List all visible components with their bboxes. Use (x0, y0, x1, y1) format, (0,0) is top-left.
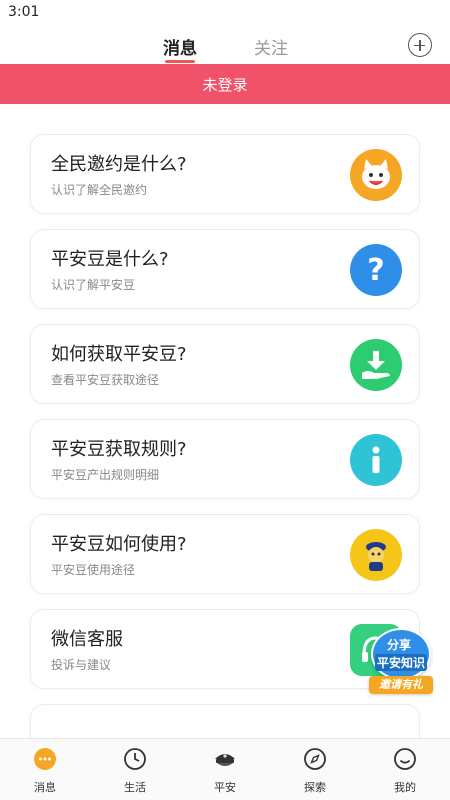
card-title: 平安豆是什么? (51, 249, 169, 270)
faq-card-partial[interactable] (30, 704, 420, 738)
tab-messages[interactable]: 消息 (163, 34, 197, 59)
card-subtitle: 投诉与建议 (51, 658, 112, 672)
card-title: 如何获取平安豆? (51, 344, 187, 365)
status-bar: 3:01 (0, 0, 450, 28)
card-title: 微信客服 (51, 629, 123, 650)
nav-label: 平安 (214, 781, 236, 794)
faq-card-service[interactable]: 微信客服 投诉与建议 (30, 609, 420, 689)
nav-label: 生活 (124, 781, 146, 794)
compass-icon (304, 748, 326, 770)
chat-bubble-icon (34, 748, 56, 770)
card-subtitle: 平安豆产出规则明细 (51, 468, 160, 482)
faq-card-usage[interactable]: 平安豆如何使用? 平安豆使用途径 (30, 514, 420, 594)
question-mark-icon: ? (350, 244, 402, 296)
smiley-icon (394, 748, 416, 770)
police-cap-icon (215, 754, 235, 766)
info-icon (350, 434, 402, 486)
login-banner-text: 未登录 (202, 75, 248, 94)
share-badge-line2: 平安知识 (375, 654, 428, 671)
card-subtitle: 认识了解全民邀约 (51, 183, 148, 197)
top-tabs: 消息 关注 (0, 28, 450, 64)
nav-label: 消息 (34, 781, 56, 794)
nav-item-safety[interactable]: 平安 (180, 739, 270, 800)
nav-item-explore[interactable]: 探索 (270, 739, 360, 800)
download-hand-icon (350, 339, 402, 391)
faq-card-rules[interactable]: 平安豆获取规则? 平安豆产出规则明细 (30, 419, 420, 499)
tab-active-indicator (165, 60, 195, 63)
faq-card-beans[interactable]: 平安豆是什么? 认识了解平安豆 ? (30, 229, 420, 309)
cat-mascot-icon (350, 149, 402, 201)
faq-card-invite[interactable]: 全民邀约是什么? 认识了解全民邀约 (30, 134, 420, 214)
bottom-nav: 消息 生活 平安 探索 我的 (0, 738, 450, 800)
nav-item-messages[interactable]: 消息 (0, 739, 90, 800)
svg-text:?: ? (367, 253, 384, 288)
card-title: 平安豆获取规则? (51, 439, 187, 460)
faq-card-obtain[interactable]: 如何获取平安豆? 查看平安豆获取途径 (30, 324, 420, 404)
tab-following[interactable]: 关注 (254, 34, 288, 59)
card-subtitle: 认识了解平安豆 (51, 278, 136, 292)
plus-circle-icon[interactable] (408, 33, 432, 57)
nav-label: 探索 (304, 781, 326, 794)
nav-item-mine[interactable]: 我的 (360, 739, 450, 800)
police-mascot-icon (350, 529, 402, 581)
clock-icon (124, 748, 146, 770)
share-badge-line1: 分享 (387, 638, 412, 652)
card-subtitle: 平安豆使用途径 (51, 563, 136, 577)
status-time: 3:01 (8, 4, 40, 20)
login-banner[interactable]: 未登录 (0, 64, 450, 104)
share-invite-badge[interactable]: 分享 平安知识 邀请有礼 (365, 628, 437, 694)
card-title: 平安豆如何使用? (51, 534, 187, 555)
nav-label: 我的 (394, 781, 416, 794)
share-badge-ribbon: 邀请有礼 (369, 676, 433, 694)
nav-item-life[interactable]: 生活 (90, 739, 180, 800)
card-subtitle: 查看平安豆获取途径 (51, 373, 160, 387)
card-title: 全民邀约是什么? (51, 154, 187, 175)
